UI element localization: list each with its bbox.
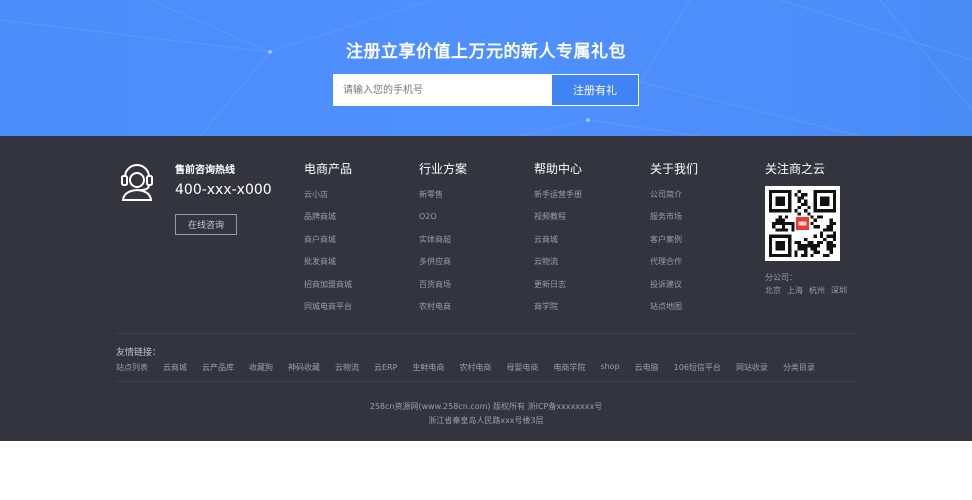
phone-input[interactable] [333, 74, 551, 106]
footer-link[interactable]: 批发商城 [304, 256, 352, 278]
friend-link[interactable]: 母婴电商 [506, 362, 538, 373]
hotline-phone: 400-xxx-x000 [175, 182, 272, 198]
footer-divider [116, 381, 856, 382]
offices-list: 北京 上海 杭州 深圳 [765, 285, 847, 296]
friend-link[interactable]: 农村电商 [459, 362, 491, 373]
friend-link[interactable]: 云物流 [335, 362, 359, 373]
banner-title: 注册立享价值上万元的新人专属礼包 [346, 42, 626, 62]
office-city: 杭州 [809, 286, 825, 295]
footer-link[interactable]: 公司简介 [650, 189, 698, 211]
signup-banner: 注册立享价值上万元的新人专属礼包 注册有礼 [0, 0, 972, 136]
friend-link[interactable]: 电商学院 [553, 362, 585, 373]
footer-link[interactable]: 云商城 [534, 234, 582, 256]
footer-link[interactable]: 新手运营手册 [534, 189, 582, 211]
footer-link[interactable]: 站点地图 [650, 301, 698, 323]
column-title: 关注商之云 [765, 162, 826, 176]
register-button[interactable]: 注册有礼 [551, 74, 639, 106]
friend-link[interactable]: shop [600, 362, 619, 373]
friend-link[interactable]: 生鲜电商 [412, 362, 444, 373]
office-city: 深圳 [831, 286, 847, 295]
friend-link[interactable]: 网站收录 [736, 362, 768, 373]
footer-link[interactable]: 招商加盟商城 [304, 279, 352, 301]
footer-link[interactable]: 视频教程 [534, 211, 582, 233]
friend-link[interactable]: 云商城 [163, 362, 187, 373]
footer-link[interactable]: 投诉建议 [650, 279, 698, 301]
footer-link[interactable]: 云小店 [304, 189, 352, 211]
footer-link[interactable]: 农村电商 [419, 301, 467, 323]
office-city: 上海 [787, 286, 803, 295]
footer-link[interactable]: 品牌商城 [304, 211, 352, 233]
copyright-line: 258cn资源网(www.258cn.com) 版权所有 浙ICP备xxxxxx… [369, 402, 603, 411]
column-solutions: 行业方案 新零售 O2O 实体商超 多供应商 百货商场 农村电商 [419, 160, 467, 323]
qr-code [765, 186, 840, 261]
friend-links-label: 友情链接： [116, 348, 162, 358]
signup-form: 注册有礼 [333, 74, 639, 106]
friend-link[interactable]: 分类目录 [783, 362, 815, 373]
footer-link[interactable]: 实体商超 [419, 234, 467, 256]
headset-icon [121, 164, 153, 201]
footer-link[interactable]: 更新日志 [534, 279, 582, 301]
footer-link[interactable]: 服务市场 [650, 211, 698, 233]
online-consult-button[interactable]: 在线咨询 [175, 214, 237, 235]
friend-link[interactable]: 云ERP [374, 362, 397, 373]
friend-links: 站点列表 云商城 云产品库 收藏狗 神码收藏 云物流 云ERP 生鲜电商 农村电… [116, 362, 830, 373]
column-title: 关于我们 [650, 162, 699, 176]
footer-link[interactable]: 多供应商 [419, 256, 467, 278]
friend-link[interactable]: 神码收藏 [288, 362, 320, 373]
friend-link[interactable]: 云电脑 [635, 362, 659, 373]
banner-background-lines [0, 0, 972, 136]
hotline-title: 售前咨询热线 [175, 165, 235, 176]
column-products: 电商产品 云小店 品牌商城 商户商城 批发商城 招商加盟商城 同城电商平台 [304, 160, 352, 323]
footer-link[interactable]: 百货商场 [419, 279, 467, 301]
footer-link[interactable]: 客户案例 [650, 234, 698, 256]
office-city: 北京 [765, 286, 781, 295]
footer-link[interactable]: 代理合作 [650, 256, 698, 278]
column-follow: 关注商之云 [765, 160, 825, 178]
footer-divider [116, 333, 856, 334]
address-line: 浙江省秦皇岛人民路xxx号楼3层 [428, 416, 544, 425]
footer-link[interactable]: 同城电商平台 [304, 301, 352, 323]
footer-link[interactable]: O2O [419, 211, 467, 233]
footer-link[interactable]: 新零售 [419, 189, 467, 211]
column-help: 帮助中心 新手运营手册 视频教程 云商城 云物流 更新日志 商学院 [534, 160, 582, 323]
footer-link[interactable]: 商户商城 [304, 234, 352, 256]
footer-link[interactable]: 云物流 [534, 256, 582, 278]
friend-link[interactable]: 收藏狗 [249, 362, 273, 373]
footer-link[interactable]: 商学院 [534, 301, 582, 323]
friend-link[interactable]: 云产品库 [202, 362, 234, 373]
qr-code-image [769, 190, 836, 257]
column-title: 电商产品 [304, 162, 353, 176]
column-title: 行业方案 [419, 162, 468, 176]
column-about: 关于我们 公司简介 服务市场 客户案例 代理合作 投诉建议 站点地图 [650, 160, 698, 323]
friend-link[interactable]: 站点列表 [116, 362, 148, 373]
column-title: 帮助中心 [534, 162, 583, 176]
friend-link[interactable]: 106短信平台 [674, 362, 721, 373]
offices-label: 分公司： [765, 273, 797, 282]
